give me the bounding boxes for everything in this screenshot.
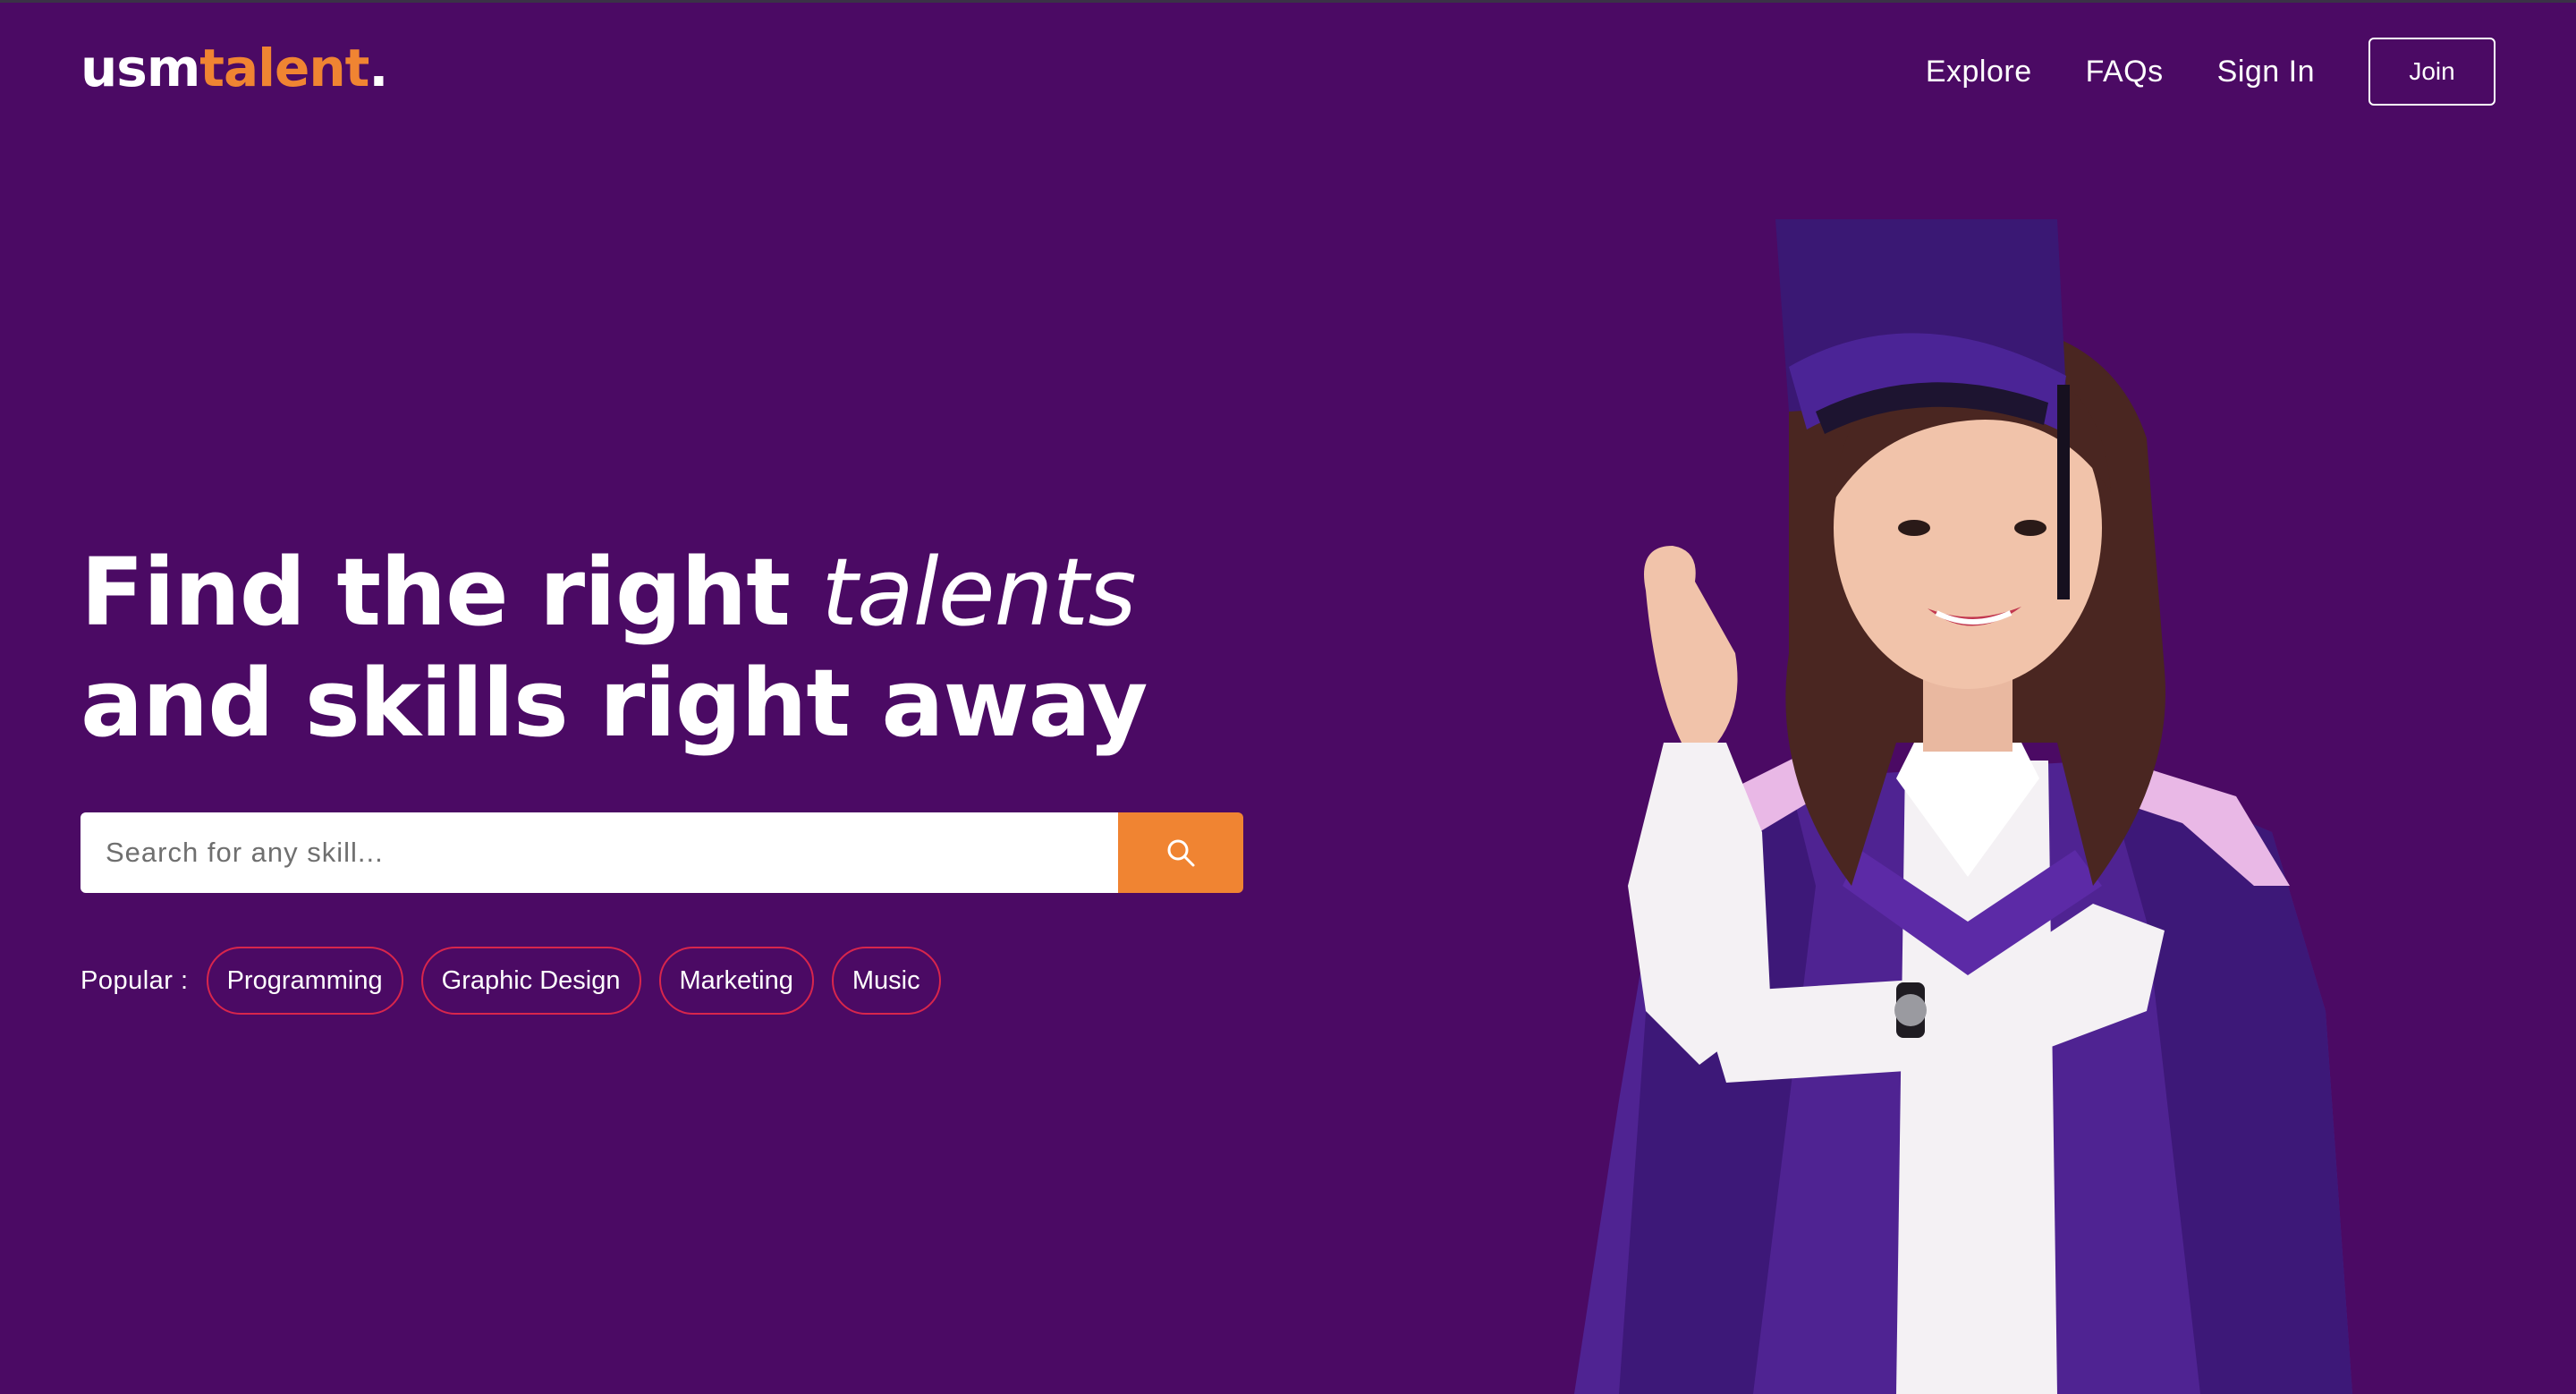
brand-logo-dot: .	[369, 38, 388, 98]
hero-headline-italic: talents	[821, 538, 1136, 647]
popular-tags: Popular : Programming Graphic Design Mar…	[80, 947, 959, 1015]
skill-search-input[interactable]	[80, 812, 1118, 893]
popular-tag-graphic-design[interactable]: Graphic Design	[420, 947, 641, 1015]
nav-sign-in-link[interactable]: Sign In	[2217, 55, 2315, 89]
skill-search-bar	[80, 812, 1243, 893]
nav-explore-link[interactable]: Explore	[1926, 55, 2032, 89]
search-icon	[1167, 839, 1195, 867]
search-button[interactable]	[1118, 812, 1243, 893]
popular-tag-marketing[interactable]: Marketing	[658, 947, 814, 1015]
join-button[interactable]: Join	[2368, 38, 2496, 106]
brand-logo[interactable]: usmtalent.	[80, 36, 388, 100]
brand-logo-part-talent: talent	[199, 38, 369, 98]
hero-headline-line1: Find the right talents	[80, 538, 1137, 647]
top-navigation: Explore FAQs Sign In Join	[1872, 38, 2496, 106]
popular-tag-music[interactable]: Music	[831, 947, 941, 1015]
graduate-student-image	[1574, 219, 2352, 1394]
hero-headline: Find the right talents and skills right …	[80, 537, 1148, 759]
hero-headline-bold: Find the right	[80, 538, 822, 647]
popular-label: Popular :	[80, 965, 189, 995]
popular-tag-programming[interactable]: Programming	[206, 947, 403, 1015]
nav-faqs-link[interactable]: FAQs	[2086, 55, 2164, 89]
hero-headline-line2: and skills right away	[80, 649, 1148, 758]
top-border	[0, 0, 2576, 3]
brand-logo-part-usm: usm	[80, 38, 200, 98]
